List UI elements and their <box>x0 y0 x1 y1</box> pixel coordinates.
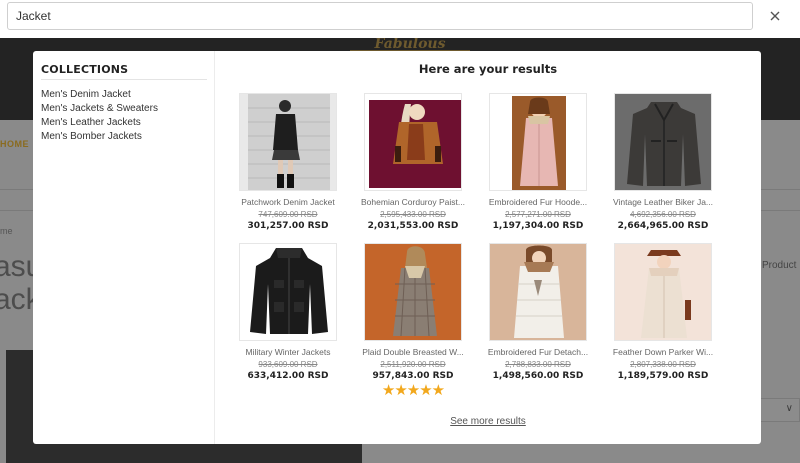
collection-link[interactable]: Men's Jackets & Sweaters <box>41 102 158 116</box>
product-name[interactable]: Embroidered Fur Detach... <box>480 347 596 358</box>
product-name[interactable]: Bohemian Corduroy Paist... <box>355 197 471 208</box>
collection-link[interactable]: Men's Leather Jackets <box>41 116 158 130</box>
product-name[interactable]: Embroidered Fur Hoode... <box>480 197 596 208</box>
product-old-price: 2,788,833.00 RSD <box>505 360 571 369</box>
product-price: 957,843.00 RSD <box>372 371 454 381</box>
product-old-price: 933,609.00 RSD <box>258 360 318 369</box>
woman-cream-parka-image <box>615 244 711 340</box>
product-card[interactable]: Military Winter Jackets 933,609.00 RSD 6… <box>230 243 346 382</box>
product-image[interactable] <box>239 93 337 191</box>
woman-denim-jacket-image <box>240 94 336 190</box>
black-winter-jacket-image <box>240 244 336 340</box>
product-image[interactable] <box>239 243 337 341</box>
product-image[interactable] <box>614 243 712 341</box>
leather-biker-jacket-image <box>615 94 711 190</box>
collection-link[interactable]: Men's Denim Jacket <box>41 88 158 102</box>
chevron-down-icon: ∨ <box>785 403 793 414</box>
product-card[interactable]: Embroidered Fur Detach... 2,788,833.00 R… <box>480 243 596 382</box>
product-image[interactable] <box>364 243 462 341</box>
woman-pink-coat-image <box>490 94 586 190</box>
collection-link[interactable]: Men's Bomber Jackets <box>41 130 158 144</box>
product-name[interactable]: Feather Down Parker Wi... <box>605 347 721 358</box>
collections-list: Men's Denim Jacket Men's Jackets & Sweat… <box>41 88 158 144</box>
product-price: 301,257.00 RSD <box>247 221 329 231</box>
product-old-price: 2,511,920.00 RSD <box>380 360 446 369</box>
product-price: 2,664,965.00 RSD <box>617 221 709 231</box>
results-heading: Here are your results <box>418 62 558 76</box>
nav-home-link[interactable]: HOME <box>0 139 29 149</box>
brand-logo: Fabulous <box>350 36 470 52</box>
product-name[interactable]: Vintage Leather Biker Ja... <box>605 197 721 208</box>
product-old-price: 4,692,356.00 RSD <box>630 210 696 219</box>
close-icon[interactable] <box>766 7 784 25</box>
collections-heading: COLLECTIONS <box>41 63 207 80</box>
product-card[interactable]: Embroidered Fur Hoode... 2,577,271.00 RS… <box>480 93 596 232</box>
product-card[interactable]: Feather Down Parker Wi... 2,807,338.00 R… <box>605 243 721 382</box>
product-image[interactable] <box>489 93 587 191</box>
product-price: 1,189,579.00 RSD <box>617 371 709 381</box>
woman-white-down-coat-image <box>490 244 586 340</box>
see-more-results-link[interactable]: See more results <box>215 416 761 427</box>
product-name[interactable]: Military Winter Jackets <box>230 347 346 358</box>
product-card[interactable]: Vintage Leather Biker Ja... 4,692,356.00… <box>605 93 721 232</box>
product-name[interactable]: Plaid Double Breasted W... <box>355 347 471 358</box>
product-image[interactable] <box>364 93 462 191</box>
product-image[interactable] <box>614 93 712 191</box>
product-image[interactable] <box>489 243 587 341</box>
search-results-modal: COLLECTIONS Men's Denim Jacket Men's Jac… <box>33 51 761 444</box>
product-label: Product <box>762 260 797 271</box>
product-price: 2,031,553.00 RSD <box>367 221 459 231</box>
product-old-price: 747,609.00 RSD <box>258 210 318 219</box>
product-card[interactable]: Bohemian Corduroy Paist... 2,595,433.00 … <box>355 93 471 232</box>
search-bar <box>0 0 800 38</box>
breadcrumb[interactable]: me <box>0 226 13 236</box>
product-old-price: 2,807,338.00 RSD <box>630 360 696 369</box>
product-price: 1,197,304.00 RSD <box>492 221 584 231</box>
product-price: 633,412.00 RSD <box>247 371 329 381</box>
product-old-price: 2,577,271.00 RSD <box>505 210 571 219</box>
sort-select[interactable]: ∨ <box>760 398 800 422</box>
search-input[interactable] <box>7 2 753 30</box>
product-old-price: 2,595,433.00 RSD <box>380 210 446 219</box>
collections-panel: COLLECTIONS Men's Denim Jacket Men's Jac… <box>33 51 215 444</box>
rating-stars: ★★★★★ <box>381 382 445 399</box>
woman-plaid-coat-image <box>365 244 461 340</box>
product-name[interactable]: Patchwork Denim Jacket <box>230 197 346 208</box>
product-card[interactable]: Plaid Double Breasted W... 2,511,920.00 … <box>355 243 471 398</box>
woman-corduroy-jacket-image <box>365 94 461 190</box>
product-price: 1,498,560.00 RSD <box>492 371 584 381</box>
product-card[interactable]: Patchwork Denim Jacket 747,609.00 RSD 30… <box>230 93 346 232</box>
